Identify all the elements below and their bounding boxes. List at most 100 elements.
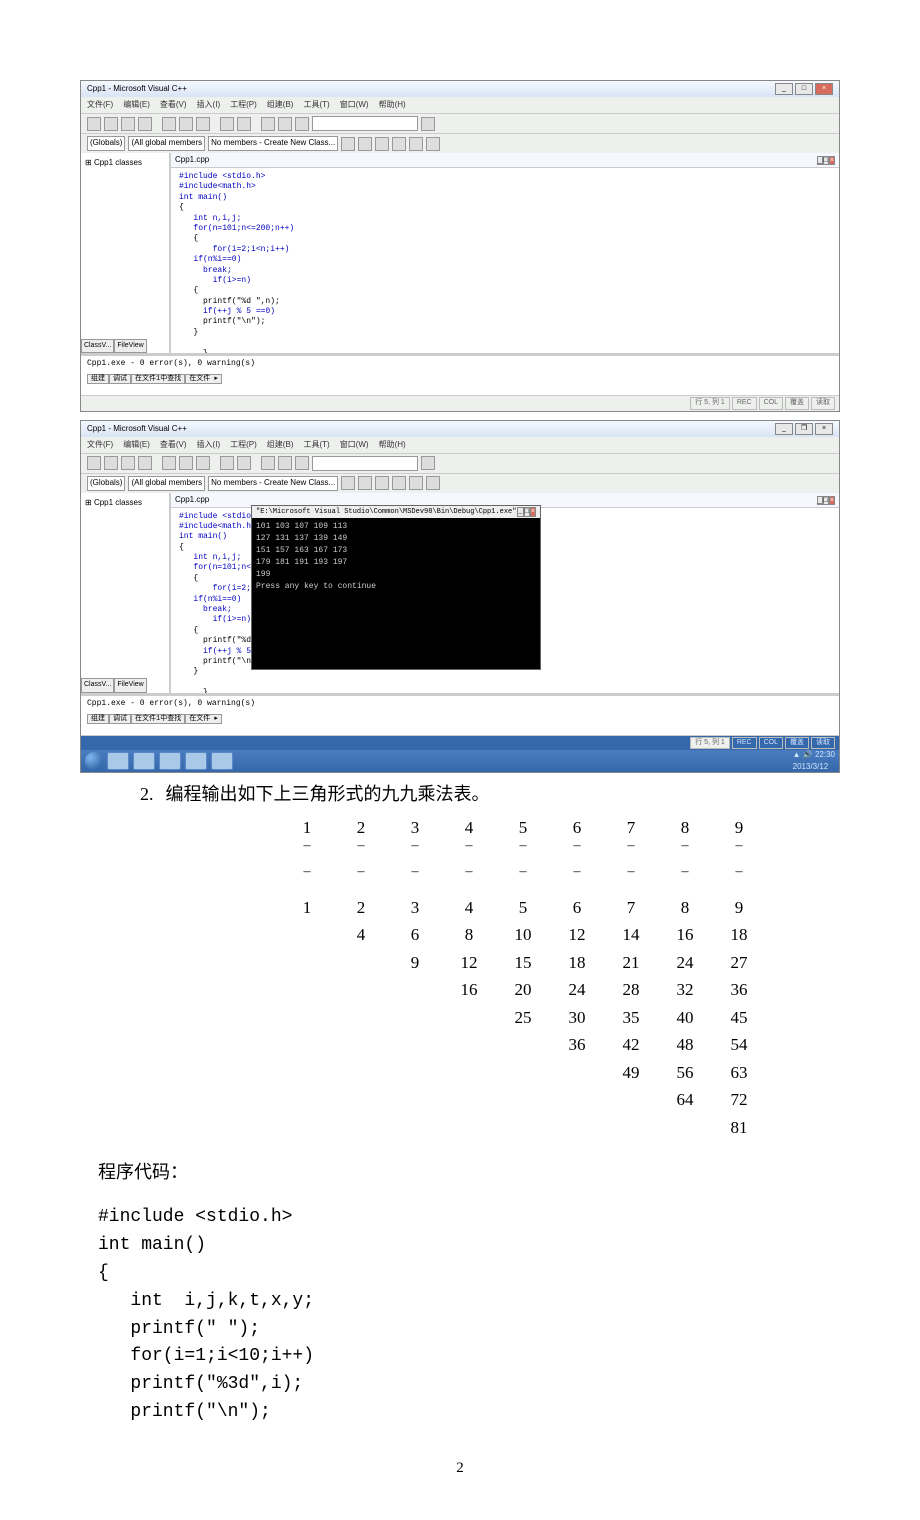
minimize-icon[interactable]: _: [775, 423, 793, 435]
ed-max-icon[interactable]: □: [823, 496, 829, 505]
code-editor[interactable]: Cpp1.cpp_□× #include <stdio.h> #include<…: [171, 153, 839, 353]
run-icon[interactable]: [409, 476, 423, 490]
ed-close-icon[interactable]: ×: [829, 156, 835, 165]
find-icon[interactable]: [261, 456, 275, 470]
misc-icon[interactable]: [295, 456, 309, 470]
stop-icon[interactable]: [392, 137, 406, 151]
go-icon[interactable]: [421, 117, 435, 131]
cut-icon[interactable]: [162, 456, 176, 470]
code-editor[interactable]: Cpp1.cpp_□× #include <stdio.h> #include<…: [171, 493, 839, 693]
saveall-icon[interactable]: [138, 456, 152, 470]
members-combo[interactable]: (All global members: [128, 476, 205, 491]
build-icon[interactable]: [375, 137, 389, 151]
tb-icon[interactable]: [341, 476, 355, 490]
menu-edit[interactable]: 编辑(E): [123, 100, 150, 109]
start-orb-icon[interactable]: [85, 752, 103, 770]
debug-icon[interactable]: [426, 476, 440, 490]
class-combo[interactable]: No members - Create New Class...: [208, 476, 338, 491]
menu-project[interactable]: 工程(P): [230, 440, 257, 449]
menu-file[interactable]: 文件(F): [87, 100, 113, 109]
out-tab-more[interactable]: 在文件 ▸: [185, 714, 222, 724]
menu-window[interactable]: 窗口(W): [340, 440, 369, 449]
compile-icon[interactable]: [358, 476, 372, 490]
class-tree[interactable]: ⊞ Cpp1 classes ClassV...FileView: [81, 153, 171, 353]
fileview-tab[interactable]: FileView: [114, 339, 146, 354]
menu-project[interactable]: 工程(P): [230, 100, 257, 109]
task-ie-icon[interactable]: [107, 752, 129, 770]
new-icon[interactable]: [87, 117, 101, 131]
menu-build[interactable]: 组建(B): [267, 100, 294, 109]
classview-tab[interactable]: ClassV...: [81, 678, 114, 693]
con-close-icon[interactable]: ×: [530, 507, 536, 517]
new-icon[interactable]: [87, 456, 101, 470]
tb-icon[interactable]: [341, 137, 355, 151]
menu-window[interactable]: 窗口(W): [340, 100, 369, 109]
ed-min-icon[interactable]: _: [817, 496, 823, 505]
menu-view[interactable]: 查看(V): [160, 100, 187, 109]
system-tray[interactable]: ▲ 🔊 22:302013/3/12: [793, 749, 835, 773]
open-icon[interactable]: [104, 456, 118, 470]
tree-root[interactable]: Cpp1 classes: [94, 498, 142, 507]
bookmark-icon[interactable]: [278, 456, 292, 470]
redo-icon[interactable]: [237, 117, 251, 131]
menubar[interactable]: 文件(F)编辑(E)查看(V)插入(I)工程(P)组建(B)工具(T)窗口(W)…: [81, 437, 839, 453]
menu-insert[interactable]: 插入(I): [197, 100, 221, 109]
members-combo[interactable]: (All global members: [128, 136, 205, 151]
ed-close-icon[interactable]: ×: [829, 496, 835, 505]
tree-root[interactable]: Cpp1 classes: [94, 158, 142, 167]
find-combo[interactable]: [312, 116, 418, 131]
maximize-icon[interactable]: □: [795, 83, 813, 95]
task-explorer-icon[interactable]: [133, 752, 155, 770]
menu-view[interactable]: 查看(V): [160, 440, 187, 449]
save-icon[interactable]: [121, 456, 135, 470]
copy-icon[interactable]: [179, 117, 193, 131]
build-icon[interactable]: [375, 476, 389, 490]
ed-max-icon[interactable]: □: [823, 156, 829, 165]
menu-build[interactable]: 组建(B): [267, 440, 294, 449]
out-tab-more[interactable]: 在文件 ▸: [185, 374, 222, 384]
misc-icon[interactable]: [295, 117, 309, 131]
open-icon[interactable]: [104, 117, 118, 131]
out-tab-build[interactable]: 组建: [87, 374, 109, 384]
stop-icon[interactable]: [392, 476, 406, 490]
paste-icon[interactable]: [196, 117, 210, 131]
paste-icon[interactable]: [196, 456, 210, 470]
menu-help[interactable]: 帮助(H): [379, 440, 406, 449]
out-tab-build[interactable]: 组建: [87, 714, 109, 724]
menu-edit[interactable]: 编辑(E): [123, 440, 150, 449]
debug-icon[interactable]: [426, 137, 440, 151]
menu-insert[interactable]: 插入(I): [197, 440, 221, 449]
menu-tools[interactable]: 工具(T): [303, 100, 329, 109]
go-icon[interactable]: [421, 456, 435, 470]
con-max-icon[interactable]: □: [524, 507, 530, 517]
compile-icon[interactable]: [358, 137, 372, 151]
saveall-icon[interactable]: [138, 117, 152, 131]
menubar[interactable]: 文件(F) 编辑(E) 查看(V) 插入(I) 工程(P) 组建(B) 工具(T) 窗口(W)…: [81, 97, 839, 113]
menu-help[interactable]: 帮助(H): [379, 100, 406, 109]
undo-icon[interactable]: [220, 456, 234, 470]
redo-icon[interactable]: [237, 456, 251, 470]
con-min-icon[interactable]: _: [517, 507, 523, 517]
find-icon[interactable]: [261, 117, 275, 131]
scope-combo[interactable]: (Globals): [87, 136, 125, 151]
out-tab-find1[interactable]: 在文件1中查找: [131, 374, 185, 384]
classview-tab[interactable]: ClassV...: [81, 339, 114, 354]
task-vc-icon[interactable]: [185, 752, 207, 770]
undo-icon[interactable]: [220, 117, 234, 131]
find-combo[interactable]: [312, 456, 418, 471]
out-tab-debug[interactable]: 调试: [109, 374, 131, 384]
scope-combo[interactable]: (Globals): [87, 476, 125, 491]
close-icon[interactable]: ×: [815, 83, 833, 95]
save-icon[interactable]: [121, 117, 135, 131]
copy-icon[interactable]: [179, 456, 193, 470]
out-tab-find1[interactable]: 在文件1中查找: [131, 714, 185, 724]
task-console-icon[interactable]: [211, 752, 233, 770]
cut-icon[interactable]: [162, 117, 176, 131]
menu-file[interactable]: 文件(F): [87, 440, 113, 449]
task-word-icon[interactable]: [159, 752, 181, 770]
class-combo[interactable]: No members - Create New Class...: [208, 136, 338, 151]
fileview-tab[interactable]: FileView: [114, 678, 146, 693]
out-tab-debug[interactable]: 调试: [109, 714, 131, 724]
bookmark-icon[interactable]: [278, 117, 292, 131]
minimize-icon[interactable]: _: [775, 83, 793, 95]
